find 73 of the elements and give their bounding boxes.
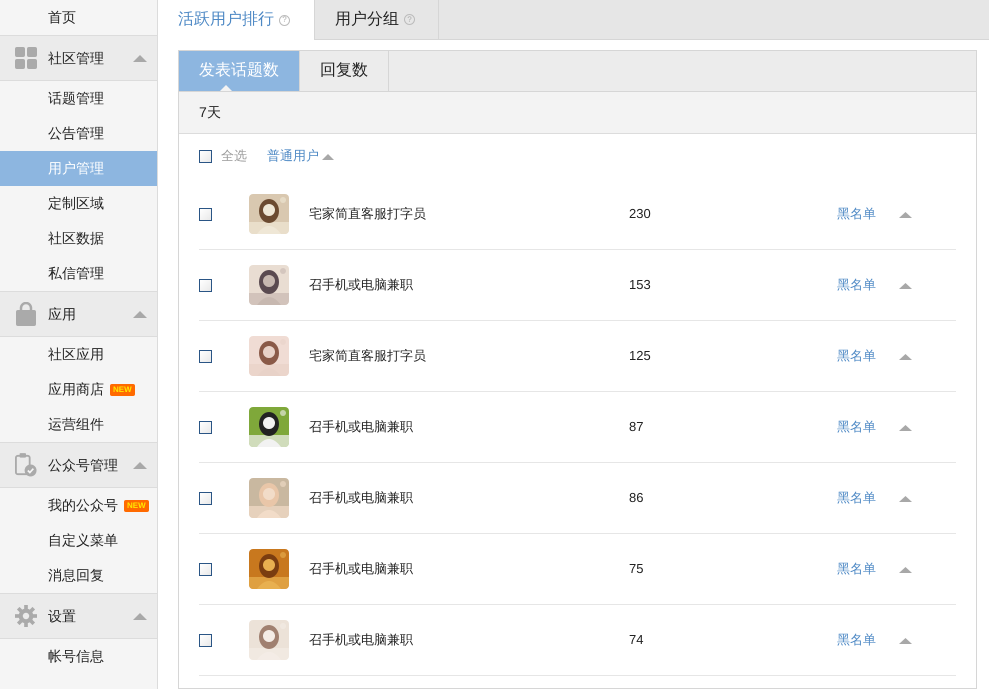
post-count: 125 (629, 347, 652, 366)
group-label: 应用 (48, 304, 77, 324)
checkbox[interactable] (199, 634, 212, 646)
caret-icon[interactable] (899, 352, 912, 360)
sidebar-item[interactable]: 社区数据 (0, 221, 157, 256)
blacklist-link[interactable]: 黑名单 (837, 275, 876, 295)
caret-icon (322, 152, 334, 160)
tab[interactable]: 用户分组 ? (315, 0, 439, 39)
sidebar-group-header[interactable]: 社区管理 (0, 35, 157, 81)
group-label: 社区管理 (48, 48, 105, 68)
sidebar-group-header[interactable]: 应用 (0, 291, 157, 337)
user-name[interactable]: 宅家简直客服打字员 (309, 346, 629, 366)
sidebar-item[interactable]: 私信管理 (0, 256, 157, 291)
tab[interactable]: 活跃用户排行 ? (158, 0, 315, 40)
clipboard-check-icon (15, 452, 37, 478)
checkbox[interactable] (199, 492, 212, 504)
sidebar-item[interactable]: 社区应用 (0, 337, 157, 372)
new-badge: NEW (110, 384, 135, 396)
blacklist-link[interactable]: 黑名单 (837, 417, 876, 437)
gear-icon (15, 604, 37, 628)
caret-icon[interactable] (899, 566, 912, 572)
group-label: 公众号管理 (48, 456, 119, 474)
sidebar-item[interactable]: 我的公众号 NEW (0, 488, 157, 523)
sidebar-item[interactable]: 自定义菜单 (0, 523, 157, 558)
grid-icon (15, 47, 37, 69)
period-label[interactable]: 7天 (199, 102, 221, 123)
user-name[interactable]: 召手机或电脑兼职 (309, 275, 629, 295)
user-name[interactable]: 召手机或电脑兼职 (309, 417, 629, 437)
user-name[interactable]: 召手机或电脑兼职 (309, 559, 629, 579)
caret-icon[interactable] (899, 282, 912, 288)
blacklist-link[interactable]: 黑名单 (837, 204, 876, 224)
blacklist-link[interactable]: 黑名单 (837, 559, 876, 579)
checkbox[interactable] (199, 278, 212, 292)
user-type-dropdown[interactable]: 普通用户 (267, 146, 334, 166)
post-count: 230 (629, 205, 652, 224)
post-count: 153 (629, 276, 652, 294)
sidebar-item[interactable]: 帐号信息 (0, 639, 157, 674)
caret-icon[interactable] (133, 54, 147, 62)
caret-icon[interactable] (899, 424, 912, 430)
caret-icon[interactable] (133, 612, 147, 620)
sidebar-item[interactable]: 应用商店 NEW (0, 372, 157, 407)
blacklist-link[interactable]: 黑名单 (837, 488, 876, 508)
user-name[interactable]: 宅家简直客服打字员 (309, 204, 629, 224)
sidebar-item[interactable]: 定制区域 (0, 186, 157, 221)
sidebar-item[interactable]: 消息回复 (0, 558, 157, 593)
sidebar-item[interactable]: 公告管理 (0, 116, 157, 151)
post-count: 87 (629, 418, 644, 436)
caret-icon[interactable] (899, 210, 912, 218)
checkbox[interactable] (199, 420, 212, 434)
caret-icon[interactable] (899, 636, 912, 644)
blacklist-link[interactable]: 黑名单 (837, 346, 876, 366)
post-count: 86 (629, 489, 644, 508)
caret-icon[interactable] (133, 310, 147, 318)
sidebar-item[interactable]: 首页 (0, 0, 157, 35)
bag-icon (16, 302, 36, 326)
post-count: 75 (629, 560, 644, 578)
checkbox[interactable] (199, 208, 212, 220)
sidebar-group-header[interactable]: 公众号管理 (0, 442, 157, 488)
checkbox[interactable] (199, 562, 212, 576)
checkbox[interactable] (199, 350, 212, 362)
sidebar-group-header[interactable]: 设置 (0, 593, 157, 639)
post-count: 74 (629, 631, 644, 650)
new-badge: NEW (124, 500, 149, 512)
sidebar-item[interactable]: 运营组件 (0, 407, 157, 442)
checkbox[interactable] (199, 150, 212, 162)
group-label: 设置 (48, 606, 77, 626)
sub-tab[interactable]: 回复数 (300, 51, 389, 91)
blacklist-link[interactable]: 黑名单 (837, 630, 876, 650)
user-name[interactable]: 召手机或电脑兼职 (309, 488, 629, 508)
caret-icon[interactable] (899, 494, 912, 502)
user-name[interactable]: 召手机或电脑兼职 (309, 630, 629, 650)
sidebar-item[interactable]: 话题管理 (0, 81, 157, 116)
caret-icon[interactable] (133, 461, 147, 469)
